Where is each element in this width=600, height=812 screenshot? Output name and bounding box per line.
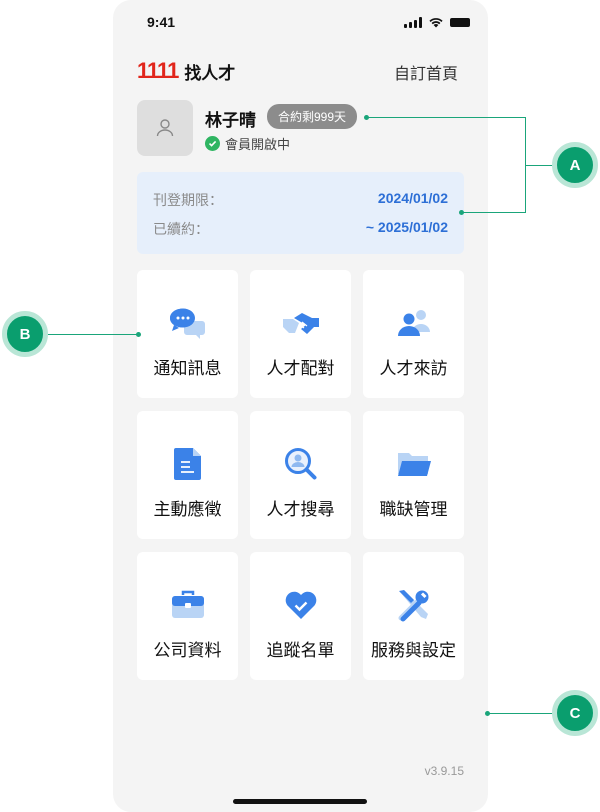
member-status-text: 會員開啟中 [225, 137, 291, 152]
callout-b-dot [136, 332, 141, 337]
publish-period-card: 刊登期限： 2024/01/02 已續約： ~ 2025/01/02 [137, 172, 464, 254]
menu-label: 人才配對 [266, 359, 335, 378]
tools-icon [398, 590, 428, 622]
handshake-icon [282, 313, 319, 334]
menu-label: 職缺管理 [379, 500, 448, 519]
menu-item-talent-search[interactable]: 人才搜尋 [250, 411, 351, 539]
custom-home-button[interactable]: 自訂首頁 [394, 60, 458, 84]
app-logo: 1111 找人才 [137, 58, 235, 84]
callout-a-line-bottom [462, 212, 526, 213]
wifi-icon [429, 18, 443, 28]
app-header: 1111 找人才 自訂首頁 [137, 58, 464, 84]
member-status: 會員開啟中 [205, 134, 290, 153]
briefcase-icon [171, 590, 204, 618]
menu-item-applications[interactable]: 主動應徵 [137, 411, 238, 539]
menu-label: 服務與設定 [371, 641, 456, 660]
avatar[interactable] [137, 100, 193, 156]
menu-item-notifications[interactable]: 通知訊息 [137, 270, 238, 398]
contract-badge: 合約剩999天 [267, 104, 358, 129]
menu-label: 人才來訪 [379, 359, 448, 378]
heart-check-icon [285, 591, 316, 619]
battery-icon [450, 18, 470, 27]
status-bar: 9:41 [113, 14, 488, 32]
profile-card: 林子晴 合約剩999天 會員開啟中 [137, 100, 464, 156]
renew-label: 已續約： [153, 221, 209, 237]
menu-label: 主動應徵 [153, 500, 222, 519]
home-indicator[interactable] [233, 799, 367, 804]
logo-text: 找人才 [184, 63, 236, 83]
member-name: 林子晴 [205, 111, 256, 130]
menu-grid: 通知訊息 人才配對 人才來訪 主動應徵 人才搜尋 職缺管理 公司資料 追蹤名單 … [137, 270, 464, 680]
publish-date: 2024/01/02 [377, 190, 448, 206]
menu-label: 追蹤名單 [266, 641, 335, 660]
callout-c: C [552, 690, 598, 736]
menu-item-job-management[interactable]: 職缺管理 [363, 411, 464, 539]
document-icon [173, 448, 201, 480]
menu-item-talent-visits[interactable]: 人才來訪 [363, 270, 464, 398]
user-icon [156, 119, 174, 137]
menu-label: 通知訊息 [153, 359, 222, 378]
chat-bubbles-icon [169, 308, 205, 339]
callout-c-line [488, 713, 558, 714]
menu-label: 人才搜尋 [266, 500, 335, 519]
signal-icon [404, 17, 422, 28]
publish-label: 刊登期限： [153, 192, 223, 208]
menu-item-tracking-list[interactable]: 追蹤名單 [250, 552, 351, 680]
callout-a-line-top [367, 117, 526, 118]
check-circle-icon [205, 136, 220, 151]
menu-item-talent-match[interactable]: 人才配對 [250, 270, 351, 398]
folder-icon [397, 453, 431, 476]
renew-date: ~ 2025/01/02 [365, 219, 448, 235]
phone-screen: 9:41 1111 找人才 自訂首頁 林子晴 合約剩999天 會員開啟中 刊登期… [113, 0, 488, 812]
callout-b-line [48, 334, 138, 335]
status-icons [404, 17, 470, 28]
callout-a: A [552, 142, 598, 188]
status-time: 9:41 [147, 14, 176, 30]
visitors-icon [397, 310, 430, 336]
menu-label: 公司資料 [153, 641, 222, 660]
logo-number: 1111 [137, 58, 179, 83]
search-person-icon [284, 448, 316, 480]
menu-item-company-profile[interactable]: 公司資料 [137, 552, 238, 680]
app-version: v3.9.15 [424, 764, 464, 778]
menu-item-services-settings[interactable]: 服務與設定 [363, 552, 464, 680]
callout-b: B [2, 311, 48, 357]
